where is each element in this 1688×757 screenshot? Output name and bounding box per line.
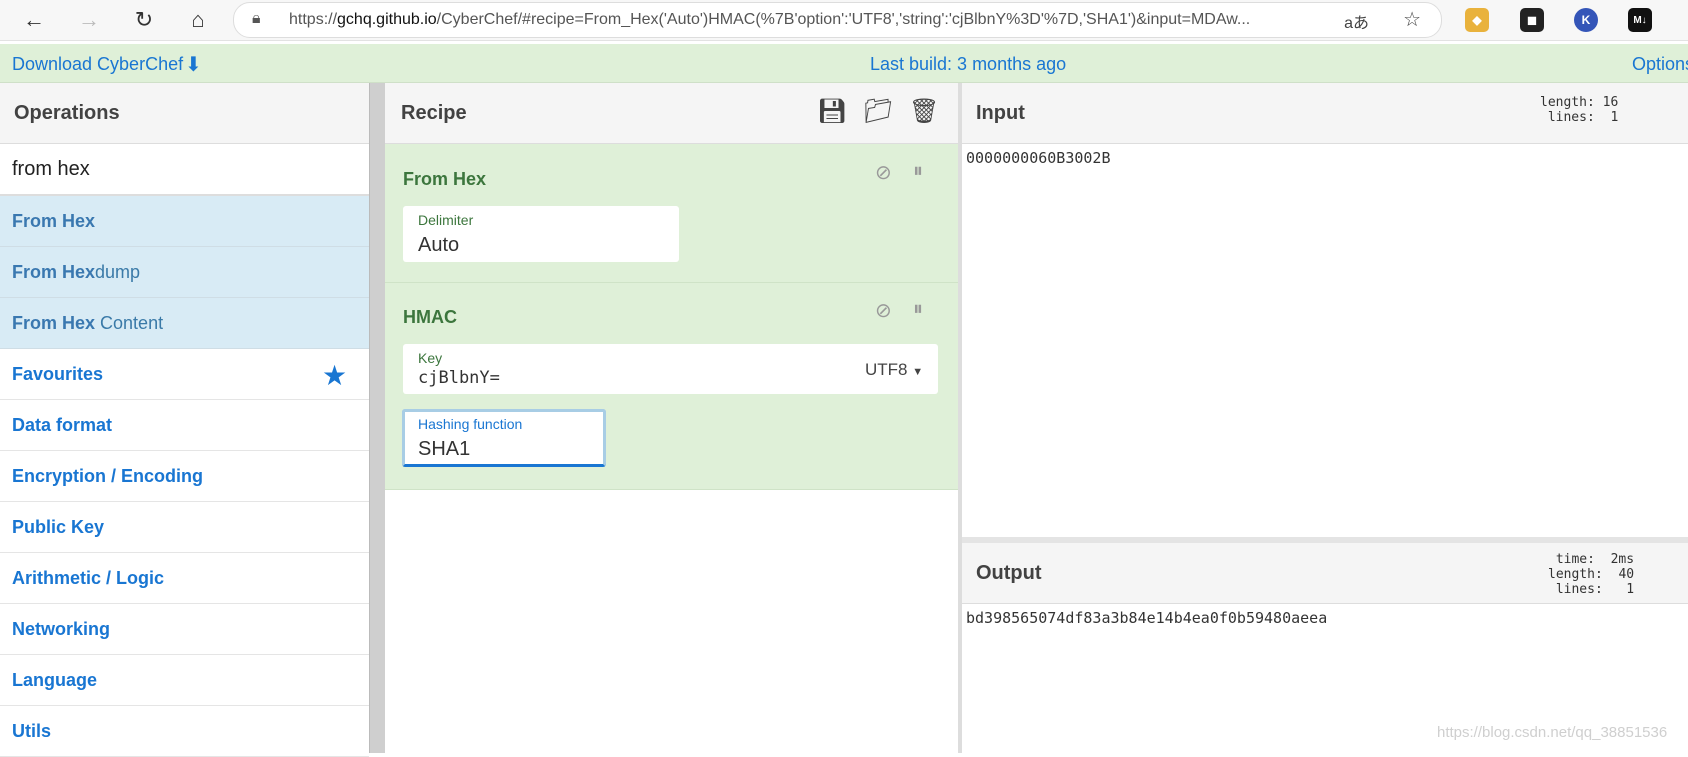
url-host: gchq.github.io: [337, 11, 437, 28]
extension-shield-icon[interactable]: ◆: [1465, 8, 1489, 32]
url-prefix: https://: [289, 11, 338, 28]
output-title: Output: [976, 562, 1042, 584]
operations-header: Operations: [0, 83, 369, 144]
hashing-function-field[interactable]: Hashing function SHA1: [402, 409, 606, 467]
home-icon[interactable]: ⌂: [182, 5, 214, 35]
watermark: https://blog.csdn.net/qq_38851536: [1437, 724, 1668, 741]
output-panel: Output time: 2ms length: 40 lines: 1 bd3…: [962, 543, 1688, 753]
category-arithmetic-logic[interactable]: Arithmetic / Logic: [0, 553, 369, 604]
category-language[interactable]: Language: [0, 655, 369, 706]
add-favorite-icon[interactable]: ☆: [1403, 7, 1421, 32]
category-label: Utils: [12, 721, 52, 741]
category-label: Language: [12, 670, 98, 690]
category-favourites[interactable]: Favourites ★: [0, 349, 369, 400]
operations-search-input[interactable]: from hex: [0, 144, 369, 196]
output-text[interactable]: bd398565074df83a3b84e14b4ea0f0b59480aeea: [966, 609, 1327, 627]
recipe-header: Recipe 💾︎ 📁︎ 🗑︎: [385, 83, 958, 144]
field-value: cjBlbnY=: [418, 368, 500, 388]
folder-icon[interactable]: 📁︎: [863, 97, 893, 126]
category-public-key[interactable]: Public Key: [0, 502, 369, 553]
caret-down-icon: ▼: [912, 366, 924, 378]
output-stats: time: 2ms length: 40 lines: 1: [1548, 552, 1635, 597]
category-utils[interactable]: Utils: [0, 706, 369, 757]
back-icon[interactable]: ←: [18, 5, 50, 35]
last-build-link[interactable]: Last build: 3 months ago: [870, 54, 1066, 75]
key-encoding-dropdown[interactable]: UTF8 ▼: [865, 360, 923, 380]
url-rest: /CyberChef/#recipe=From_Hex('Auto')HMAC(…: [436, 11, 1251, 28]
op-name: HMAC: [403, 307, 457, 327]
url-text[interactable]: https://gchq.github.io/CyberChef/#recipe…: [289, 11, 1349, 29]
recipe-title: Recipe: [401, 102, 467, 124]
read-aloud-icon[interactable]: aあ: [1344, 9, 1369, 33]
result-match: From Hex: [12, 313, 96, 333]
lock-icon: 🔒︎: [252, 10, 261, 27]
operations-panel: Operations from hex From Hex From Hexdum…: [0, 83, 369, 757]
recipe-panel: Recipe 💾︎ 📁︎ 🗑︎ From Hex ⊘ ⏸︎ Delimiter …: [385, 83, 958, 753]
recipe-op-from-hex[interactable]: From Hex ⊘ ⏸︎ Delimiter Auto: [385, 144, 958, 283]
encoding-value: UTF8: [865, 360, 908, 379]
category-encryption-encoding[interactable]: Encryption / Encoding: [0, 451, 369, 502]
operation-result-from-hex[interactable]: From Hex: [0, 196, 369, 247]
search-value: from hex: [12, 158, 90, 180]
input-panel: Input length: 16 lines: 1 0000000060B300…: [962, 83, 1688, 537]
pause-icon[interactable]: ⏸︎: [913, 298, 923, 321]
top-banner: Download CyberChef ⬇ Last build: 3 month…: [0, 44, 1688, 83]
result-match: From Hex: [12, 262, 96, 282]
download-icon[interactable]: ⬇: [185, 52, 202, 77]
disable-icon[interactable]: ⊘: [875, 298, 892, 323]
panel-resizer[interactable]: [369, 83, 386, 753]
extension-k-icon[interactable]: K: [1574, 8, 1598, 32]
input-title: Input: [976, 102, 1025, 124]
category-label: Networking: [12, 619, 111, 639]
result-match: From Hex: [12, 211, 96, 231]
save-icon[interactable]: 💾︎: [817, 97, 847, 126]
input-header: Input length: 16 lines: 1: [962, 83, 1688, 144]
output-header: Output time: 2ms length: 40 lines: 1: [962, 543, 1688, 604]
input-text[interactable]: 0000000060B3002B: [966, 149, 1111, 167]
extension-markdown-icon[interactable]: M↓: [1628, 8, 1652, 32]
field-value: Auto: [418, 234, 460, 256]
category-label: Arithmetic / Logic: [12, 568, 165, 588]
field-label: Delimiter: [418, 212, 474, 228]
operations-title: Operations: [14, 102, 120, 124]
result-rest: Content: [95, 313, 164, 333]
key-field[interactable]: Key cjBlbnY= UTF8 ▼: [403, 344, 938, 394]
category-networking[interactable]: Networking: [0, 604, 369, 655]
forward-icon[interactable]: →: [73, 5, 105, 35]
field-label: Hashing function: [418, 416, 523, 432]
op-name: From Hex: [403, 169, 487, 189]
options-link[interactable]: Options: [1632, 54, 1688, 75]
input-stats: length: 16 lines: 1: [1540, 95, 1619, 125]
disable-icon[interactable]: ⊘: [875, 160, 892, 185]
trash-icon[interactable]: 🗑︎: [909, 97, 939, 126]
delimiter-field[interactable]: Delimiter Auto: [403, 206, 679, 262]
category-label: Encryption / Encoding: [12, 466, 204, 486]
browser-toolbar: ← → ↻ ⌂ 🔒︎ https://gchq.github.io/CyberC…: [0, 0, 1688, 41]
address-bar[interactable]: 🔒︎ https://gchq.github.io/CyberChef/#rec…: [233, 2, 1442, 38]
recipe-op-hmac[interactable]: HMAC ⊘ ⏸︎ Key cjBlbnY= UTF8 ▼ Hashing fu…: [385, 283, 958, 490]
extension-game-icon[interactable]: ◼: [1520, 8, 1544, 32]
star-icon: ★: [322, 360, 348, 391]
refresh-icon[interactable]: ↻: [128, 5, 160, 35]
category-label: Favourites: [12, 364, 104, 384]
result-rest: dump: [95, 262, 141, 282]
operation-result-from-hex-content[interactable]: From Hex Content: [0, 298, 369, 349]
field-label: Key: [418, 350, 443, 366]
category-data-format[interactable]: Data format: [0, 400, 369, 451]
operation-result-from-hexdump[interactable]: From Hexdump: [0, 247, 369, 298]
category-label: Data format: [12, 415, 113, 435]
download-link[interactable]: Download CyberChef: [12, 54, 183, 75]
field-value: SHA1: [418, 438, 471, 460]
pause-icon[interactable]: ⏸︎: [913, 160, 923, 183]
category-label: Public Key: [12, 517, 105, 537]
